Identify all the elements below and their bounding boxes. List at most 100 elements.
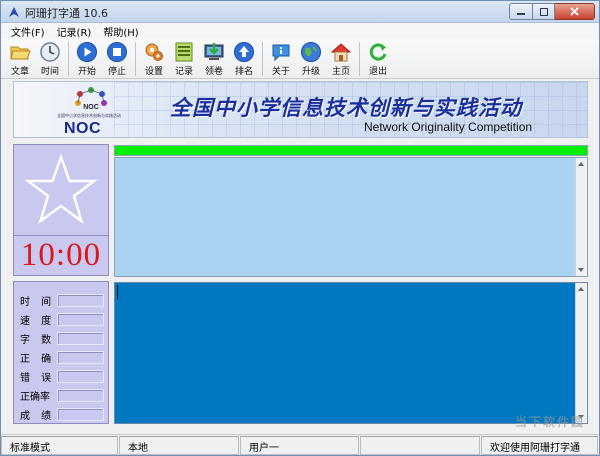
menu-file[interactable]: 文件(F) (5, 24, 51, 39)
stat-label-speed: 速 度 (20, 316, 56, 327)
settings-label: 设置 (144, 67, 163, 77)
folder-icon (10, 46, 31, 60)
status-user: 用户一 (240, 436, 359, 455)
stat-label-score: 成 绩 (20, 411, 56, 422)
house-icon (330, 43, 352, 62)
stat-row-correct: 正 确 (20, 348, 108, 367)
download-icon (204, 43, 224, 60)
banner-title-cn: 全国中小学信息技术创新与实践活动 (170, 96, 522, 120)
scroll-down-arrow-icon[interactable] (578, 268, 584, 272)
stat-row-chars: 字 数 (20, 329, 108, 348)
noc-logo-text: NOC (64, 120, 102, 137)
toolbar-separator (262, 42, 263, 76)
app-icon (9, 7, 19, 17)
refresh-exit-icon (369, 43, 387, 61)
status-bar: 标准模式 本地 用户一 欢迎使用阿珊打字通 (1, 434, 599, 455)
rank-label: 排名 (234, 67, 253, 77)
stat-value-score (57, 408, 104, 421)
stat-value-accuracy (57, 389, 104, 402)
menu-help[interactable]: 帮助(H) (97, 24, 144, 39)
globe-icon (301, 42, 321, 62)
stat-label-chars: 字 数 (20, 335, 56, 346)
stop-icon (107, 42, 127, 62)
toolbar-separator (135, 42, 136, 76)
star-box (13, 144, 109, 236)
star-icon (24, 153, 98, 225)
doc-button[interactable]: 文章 (5, 39, 35, 79)
scroll-up-arrow-icon[interactable] (578, 287, 584, 291)
scroll-up-arrow-icon[interactable] (578, 162, 584, 166)
exit-button[interactable]: 退出 (363, 39, 393, 79)
time-button[interactable]: 时间 (35, 39, 65, 79)
stat-label-correct: 正 确 (20, 354, 56, 365)
about-label: 关于 (271, 67, 290, 77)
stat-row-speed: 速 度 (20, 310, 108, 329)
minimize-button[interactable] (509, 3, 533, 20)
speech-bubble-icon (272, 44, 290, 62)
stat-value-errors (57, 370, 104, 383)
exit-label: 退出 (368, 67, 387, 77)
stat-value-correct (57, 351, 104, 364)
toolbar-separator (359, 42, 360, 76)
settings-button[interactable]: 设置 (139, 39, 169, 79)
restore-icon (539, 7, 548, 16)
stat-row-score: 成 绩 (20, 405, 108, 424)
toolbar: 文章 时间 开始 停止 设置 记录 领卷 排名 关于 升级 主页 退出 (1, 39, 599, 79)
record-button[interactable]: 记录 (169, 39, 199, 79)
close-button[interactable] (555, 3, 595, 20)
upgrade-button[interactable]: 升级 (296, 39, 326, 79)
status-mode: 标准模式 (1, 436, 118, 455)
up-arrow-icon (234, 42, 254, 62)
stop-label: 停止 (107, 67, 126, 77)
noc-small-caption: 全国中小学信息技术创新与实践活动 (57, 113, 121, 118)
maximize-button[interactable] (533, 3, 555, 20)
stat-row-accuracy: 正确率 (20, 386, 108, 405)
svg-text:NOC: NOC (83, 104, 99, 111)
stop-button[interactable]: 停止 (102, 39, 132, 79)
banner-title-en: Network Originality Competition (364, 120, 533, 134)
timer-box: 10:00 (13, 236, 109, 276)
exam-button[interactable]: 领卷 (199, 39, 229, 79)
stat-value-time (57, 294, 104, 307)
typing-pane-scrollbar[interactable] (575, 283, 587, 423)
progress-bar (114, 145, 588, 156)
toolbar-separator (68, 42, 69, 76)
countdown-timer: 10:00 (20, 237, 102, 273)
window-controls (509, 3, 595, 20)
app-window: 阿珊打字通 10.6 文件(F) 记录(R) 帮助(H) 文章 时间 开始 停止… (0, 0, 600, 456)
progress-fill (115, 146, 587, 155)
stat-label-time: 时 间 (20, 297, 56, 308)
close-icon (570, 7, 579, 16)
watermark: 当下软件园 (514, 415, 585, 429)
typing-input-pane[interactable] (114, 282, 588, 424)
start-label: 开始 (77, 67, 96, 77)
exam-label: 领卷 (204, 67, 223, 77)
start-button[interactable]: 开始 (72, 39, 102, 79)
window-title: 阿珊打字通 10.6 (25, 7, 108, 20)
status-location: 本地 (119, 436, 239, 455)
stat-label-errors: 错 误 (20, 373, 56, 384)
noc-logo-icon: NOC (75, 87, 107, 111)
stat-value-chars (57, 332, 104, 345)
stats-box: 时 间 速 度 字 数 正 确 错 误 正确率 成 绩 (13, 281, 109, 424)
status-welcome: 欢迎使用阿珊打字通 (481, 436, 598, 455)
source-pane-scrollbar[interactable] (575, 158, 587, 276)
about-button[interactable]: 关于 (266, 39, 296, 79)
play-icon (77, 42, 97, 62)
list-icon (175, 42, 193, 62)
menu-record[interactable]: 记录(R) (51, 24, 98, 39)
title-bar[interactable]: 阿珊打字通 10.6 (1, 1, 599, 23)
home-button[interactable]: 主页 (326, 39, 356, 79)
clock-icon (40, 42, 60, 62)
status-empty (360, 436, 480, 455)
gears-icon (145, 43, 163, 61)
doc-label: 文章 (10, 67, 29, 77)
left-panel: 10:00 时 间 速 度 字 数 正 确 错 误 正确率 成 绩 (13, 144, 109, 424)
stat-row-errors: 错 误 (20, 367, 108, 386)
stat-value-speed (57, 313, 104, 326)
upgrade-label: 升级 (301, 67, 320, 77)
time-label: 时间 (40, 67, 59, 77)
source-text-pane[interactable] (114, 157, 588, 277)
rank-button[interactable]: 排名 (229, 39, 259, 79)
menu-bar: 文件(F) 记录(R) 帮助(H) (1, 23, 599, 39)
